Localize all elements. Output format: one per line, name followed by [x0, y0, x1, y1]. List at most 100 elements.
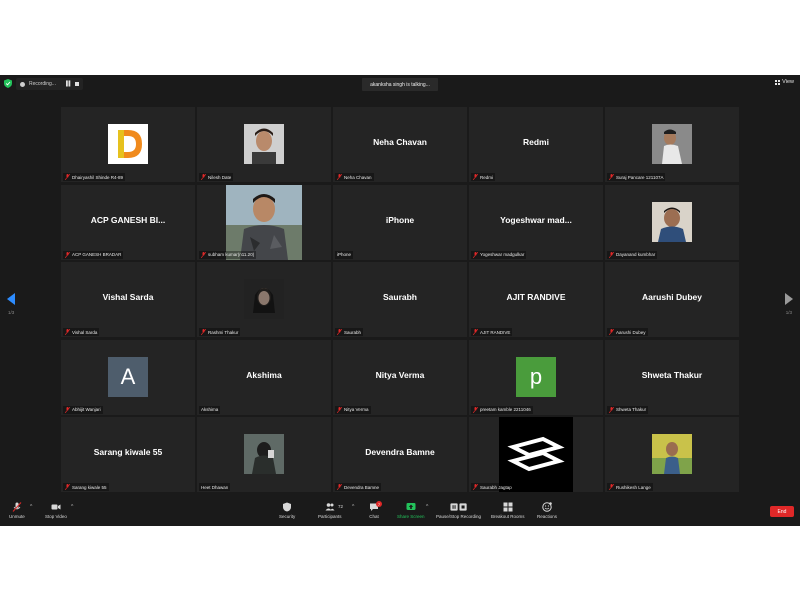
participant-tile[interactable]: Dhairyashil Shinde R4-89 [61, 107, 195, 182]
participant-tile[interactable]: Yogeshwar mad... Yogeshwar madgulkar [469, 184, 603, 260]
page-indicator-left: 1/3 [8, 310, 15, 315]
muted-mic-icon [201, 251, 206, 258]
participant-tile[interactable]: ACP GANESH BI... ACP GANESH BRADAR [61, 184, 195, 260]
participant-tile[interactable]: Saurabh Jagtap [469, 417, 603, 492]
stop-icon[interactable] [75, 82, 80, 86]
participant-display-name: iPhone [385, 214, 415, 225]
meeting-toolbar: Unmute ^ Stop Video ^ Security Participa… [0, 498, 800, 526]
smiley-reaction-icon [542, 502, 552, 512]
participant-tile[interactable]: Saurabh Saurabh [333, 262, 467, 337]
muted-mic-icon [201, 174, 206, 180]
participant-tile[interactable]: Suraj Pancare 121107A [605, 107, 739, 182]
participant-display-name: AJIT RANDIVE [506, 292, 566, 302]
participant-label-text: Akshima [201, 407, 219, 412]
view-button[interactable]: View [775, 79, 794, 85]
participant-tile[interactable]: Nitya Verma Nitya Verma [333, 339, 467, 415]
participant-tile[interactable]: iPhone iPhone [333, 184, 467, 260]
breakout-rooms-button[interactable]: Breakout Rooms [491, 502, 525, 519]
participant-label-text: Redmi [480, 174, 494, 180]
participant-display-name: Nitya Verma [375, 369, 425, 380]
profile-photo [244, 124, 284, 164]
muted-mic-icon [65, 484, 70, 490]
chat-unread-badge: 7 [376, 501, 382, 507]
video-options-caret-icon[interactable]: ^ [71, 504, 73, 510]
participant-name-label: subham kumar(n11.20) [199, 250, 257, 259]
participant-display-name: Vishal Sarda [102, 292, 154, 302]
shield-icon[interactable] [4, 79, 12, 88]
participant-tile[interactable]: A Abhijit Wanjari [61, 339, 195, 415]
participant-tile[interactable]: Vishal Sarda Vishal Sarda [61, 262, 195, 337]
participant-tile[interactable]: Redmi Redmi [469, 107, 603, 182]
participant-tile[interactable]: Nilesh Date [197, 107, 331, 182]
stop-video-button[interactable]: Stop Video [45, 502, 67, 519]
participant-tile[interactable]: Rushikesh Lange [605, 417, 739, 492]
participant-label-text: ACP GANESH BRADAR [72, 252, 122, 257]
participant-tile[interactable]: Dayanand kumbhar [605, 184, 739, 260]
shield-icon [283, 502, 292, 512]
participant-tile[interactable]: Shweta Thakur Shweta Thakur [605, 339, 739, 415]
participant-label-text: Saurabh Jagtap [480, 484, 512, 490]
muted-mic-icon [609, 329, 614, 335]
participants-icon [325, 503, 335, 511]
participant-name-label: Sarang kiwale 55 [63, 483, 109, 491]
pause-stop-recording-button[interactable]: Pause/Stop Recording [436, 502, 481, 519]
share-options-caret-icon[interactable]: ^ [426, 504, 428, 510]
next-page-arrow-icon[interactable] [785, 293, 793, 305]
grid-view-icon [775, 79, 781, 85]
participant-display-name: Devendra Bamne [365, 447, 435, 457]
participant-tile[interactable]: Neha Chavan Neha Chavan [333, 107, 467, 182]
participant-label-text: Rashmi Thakur [208, 329, 239, 335]
participant-tile[interactable]: AJIT RANDIVE AJIT RANDIVE [469, 262, 603, 337]
participant-name-label: ACP GANESH BRADAR [63, 250, 124, 259]
share-screen-button[interactable]: Share Screen [397, 502, 425, 519]
participant-name-label: iPhone [335, 250, 354, 259]
participant-tile[interactable]: Devendra Bamne Devendra Bamne [333, 417, 467, 492]
participant-label-text: Devendra Bamne [344, 484, 380, 490]
profile-photo [652, 434, 692, 474]
participant-label-text: Rushikesh Lange [616, 484, 651, 490]
muted-mic-icon [609, 406, 614, 413]
participant-label-text: Suraj Pancare 121107A [616, 174, 664, 180]
security-button[interactable]: Security [279, 502, 295, 519]
participant-label-text: iPhone [337, 252, 352, 257]
previous-page-arrow-icon[interactable] [7, 293, 15, 305]
participant-label-text: Yogeshwar madgulkar [480, 252, 525, 257]
pause-icon[interactable]: ▌▌ [66, 81, 72, 87]
participant-tile[interactable]: p preetam kamble 2211046 [469, 339, 603, 415]
participant-label-text: Saurabh [344, 329, 362, 335]
participant-label-text: Neha Chavan [344, 174, 372, 180]
participant-gallery: Dhairyashil Shinde R4-89 Nilesh Date Neh… [61, 107, 739, 492]
participant-display-name: Neha Chavan [373, 137, 427, 147]
participant-display-name: Akshima [246, 369, 282, 380]
participants-label: Participants [318, 514, 342, 519]
muted-mic-icon [337, 484, 342, 490]
participant-name-label: Heet Dhawan [199, 483, 231, 491]
recording-text: Recording... [29, 81, 56, 87]
participant-tile[interactable]: subham kumar(n11.20) [197, 184, 331, 260]
reactions-button[interactable]: Reactions [537, 502, 557, 519]
pause-stop-recording-icon [449, 503, 467, 511]
participant-tile[interactable]: Akshima Akshima [197, 339, 331, 415]
muted-mic-icon [65, 251, 70, 258]
profile-picture-logo [499, 417, 573, 492]
pause-stop-recording-label: Pause/Stop Recording [436, 514, 482, 519]
end-meeting-button[interactable]: End [770, 506, 794, 517]
participants-options-caret-icon[interactable]: ^ [352, 504, 354, 510]
share-screen-icon [406, 503, 416, 510]
active-speaker-banner: akanksha singh is talking... [362, 78, 438, 91]
participant-name-label: Suraj Pancare 121107A [607, 173, 666, 181]
muted-mic-icon [337, 329, 342, 335]
participant-tile[interactable]: Sarang kiwale 55 Sarang kiwale 55 [61, 417, 195, 492]
participant-tile[interactable]: Aarushi Dubey Aarushi Dubey [605, 262, 739, 337]
participant-name-label: Vishal Sarda [63, 328, 100, 336]
participant-display-name: Aarushi Dubey [642, 292, 702, 302]
participant-name-label: Saurabh Jagtap [471, 483, 514, 491]
unmute-button[interactable]: Unmute [9, 502, 25, 519]
audio-options-caret-icon[interactable]: ^ [30, 504, 32, 510]
participant-tile[interactable]: Rashmi Thakur [197, 262, 331, 337]
participant-display-name: Sarang kiwale 55 [93, 447, 163, 457]
participant-name-label: Dayanand kumbhar [607, 250, 658, 259]
participant-display-name: Shweta Thakur [641, 369, 703, 380]
video-camera-icon [51, 504, 61, 510]
participant-tile[interactable]: Heet Dhawan [197, 417, 331, 492]
